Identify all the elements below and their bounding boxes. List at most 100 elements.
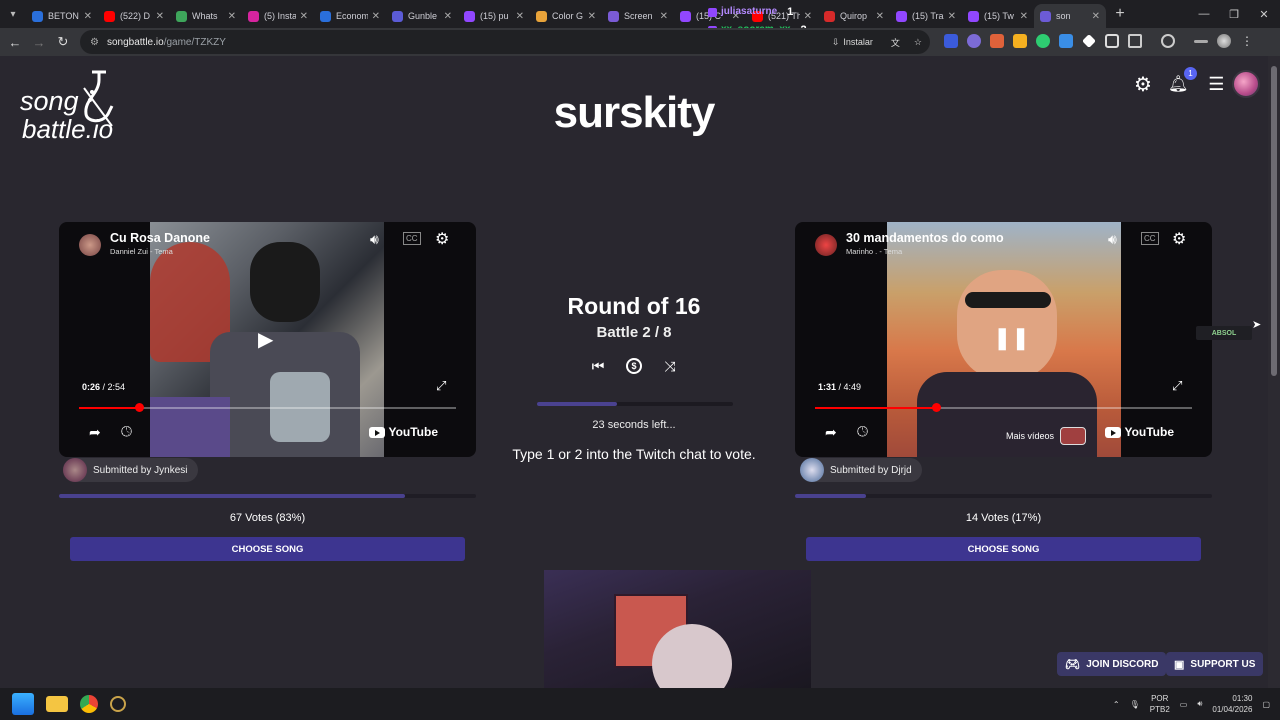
right-video-title[interactable]: 30 mandamentos do como — [846, 231, 1004, 245]
back-arrow-icon[interactable]: ← — [3, 30, 27, 54]
volume-icon[interactable]: 🔊︎ — [1197, 699, 1202, 709]
fullscreen-icon[interactable]: ⤢ — [436, 378, 446, 394]
install-app-button[interactable]: ⇩ Instalar ⽂ ☆ — [832, 34, 922, 50]
browser-menu-kebab-icon[interactable]: ⋮ — [1240, 34, 1254, 48]
page-scrollbar[interactable] — [1268, 56, 1280, 688]
bookmark-star-icon[interactable]: ☆ — [914, 37, 922, 48]
browser-tab[interactable]: (15) pu ✕ — [458, 4, 530, 28]
right-choose-song-button[interactable]: CHOOSE SONG — [806, 537, 1201, 561]
left-channel-avatar[interactable] — [79, 234, 101, 256]
left-progress-track[interactable] — [79, 403, 456, 412]
extension-icon[interactable] — [944, 34, 958, 48]
captions-icon[interactable]: CC — [403, 232, 421, 245]
new-tab-button[interactable]: + — [1106, 5, 1134, 23]
browser-tab[interactable]: (15) Tw ✕ — [962, 4, 1034, 28]
left-video-title[interactable]: Cu Rosa Danone — [110, 231, 210, 245]
site-info-icon[interactable]: ⚙ — [90, 37, 99, 48]
close-window-button[interactable]: ✕ — [1248, 0, 1280, 28]
more-videos-button[interactable]: Mais vídeos — [1006, 427, 1087, 445]
fullscreen-icon[interactable]: ⤢ — [1172, 378, 1182, 394]
browser-tab[interactable]: Whats ✕ — [170, 4, 242, 28]
skip-back-icon[interactable]: ⏮ — [590, 358, 606, 374]
browser-tab[interactable]: (5) Insta ✕ — [242, 4, 314, 28]
play-icon[interactable]: ▶ — [258, 327, 273, 352]
youtube-logo[interactable]: YouTube — [1105, 425, 1174, 439]
coin-icon[interactable]: $ — [626, 358, 642, 374]
user-avatar[interactable] — [1232, 70, 1261, 98]
watch-later-clock-icon[interactable]: 🕓︎ — [857, 423, 868, 440]
tab-close-icon[interactable]: ✕ — [372, 11, 380, 22]
browser-tab[interactable]: BETON ✕ — [26, 4, 98, 28]
reload-icon[interactable]: ↻ — [51, 30, 75, 54]
support-us-button[interactable]: ▣ SUPPORT US — [1166, 652, 1264, 676]
tab-close-icon[interactable]: ✕ — [444, 11, 452, 22]
profile-avatar-icon[interactable] — [1217, 34, 1231, 48]
tab-close-icon[interactable]: ✕ — [300, 11, 308, 22]
watch-later-clock-icon[interactable]: 🕓︎ — [121, 423, 132, 440]
pause-icon[interactable]: ❚❚ — [993, 325, 1030, 351]
browser-tab[interactable]: son ✕ — [1034, 4, 1106, 28]
microphone-icon[interactable]: 🎙︎ — [1130, 700, 1140, 709]
extension-icon[interactable] — [1105, 34, 1119, 48]
scrollbar-thumb[interactable] — [1271, 66, 1277, 376]
share-icon[interactable]: ➦ — [825, 424, 837, 441]
menu-hamburger-icon[interactable]: ☰ — [1208, 74, 1224, 95]
tab-search-chevron-icon[interactable]: ▾ — [0, 0, 26, 28]
windows-start-icon[interactable] — [12, 693, 34, 715]
tab-close-icon[interactable]: ✕ — [516, 11, 524, 22]
volume-icon[interactable]: 🔊︎ — [1108, 231, 1117, 248]
forward-arrow-icon[interactable]: → — [27, 30, 51, 54]
extension-icon[interactable] — [967, 34, 981, 48]
browser-tab[interactable]: (15) Tra ✕ — [890, 4, 962, 28]
volume-icon[interactable]: 🔊︎ — [370, 231, 379, 248]
tab-close-icon[interactable]: ✕ — [84, 11, 92, 22]
media-controls-icon[interactable] — [1194, 39, 1208, 43]
settings-gear-icon[interactable]: ⚙ — [1134, 72, 1152, 97]
extensions-puzzle-icon[interactable] — [1128, 34, 1142, 48]
tab-close-icon[interactable]: ✕ — [156, 11, 164, 22]
tab-close-icon[interactable]: ✕ — [948, 11, 956, 22]
minimize-button[interactable]: — — [1188, 0, 1220, 28]
extension-icon[interactable] — [1059, 34, 1073, 48]
chrome-icon[interactable] — [80, 695, 98, 713]
tab-close-icon[interactable]: ✕ — [1092, 11, 1100, 22]
left-video-player[interactable]: Cu Rosa Danone Danniel Zui - Tema 🔊︎ CC … — [59, 222, 476, 457]
translate-icon[interactable]: ⽂ — [891, 36, 900, 49]
tray-overflow-chevron-icon[interactable]: ⌃ — [1113, 700, 1120, 709]
extension-icon[interactable] — [1013, 34, 1027, 48]
settings-gear-icon[interactable]: ⚙ — [435, 229, 449, 249]
right-video-player[interactable]: 30 mandamentos do como Marinho . - Tema … — [795, 222, 1212, 457]
notifications-icon[interactable]: ▢ — [1262, 700, 1270, 709]
tab-close-icon[interactable]: ✕ — [660, 11, 668, 22]
browser-tab[interactable]: (522) D ✕ — [98, 4, 170, 28]
browser-tab[interactable]: Econom ✕ — [314, 4, 386, 28]
network-icon[interactable]: ▭ — [1180, 700, 1188, 709]
settings-gear-icon[interactable]: ⚙ — [1172, 229, 1186, 249]
file-explorer-icon[interactable] — [46, 696, 68, 712]
extension-icon[interactable] — [1036, 34, 1050, 48]
profile-sync-icon[interactable] — [1161, 34, 1175, 48]
clock[interactable]: 01:30 01/04/2026 — [1212, 693, 1252, 715]
restore-button[interactable]: ❐ — [1218, 0, 1250, 28]
browser-tab[interactable]: Quirop ✕ — [818, 4, 890, 28]
right-progress-knob[interactable] — [931, 403, 941, 412]
right-progress-track[interactable] — [815, 403, 1192, 412]
shuffle-icon[interactable]: ⤨ — [662, 358, 678, 374]
browser-tab[interactable]: Color G ✕ — [530, 4, 602, 28]
league-client-icon[interactable] — [110, 696, 126, 712]
browser-tab[interactable]: Gunble ✕ — [386, 4, 458, 28]
extension-icon[interactable] — [990, 34, 1004, 48]
input-language[interactable]: POR PTB2 — [1150, 693, 1170, 715]
share-icon[interactable]: ➦ — [89, 424, 101, 441]
join-discord-button[interactable]: 🎮︎ JOIN DISCORD — [1057, 652, 1167, 676]
youtube-logo[interactable]: YouTube — [369, 425, 438, 439]
tab-close-icon[interactable]: ✕ — [228, 11, 236, 22]
left-choose-song-button[interactable]: CHOOSE SONG — [70, 537, 465, 561]
tab-close-icon[interactable]: ✕ — [588, 11, 596, 22]
left-progress-knob[interactable] — [135, 403, 145, 412]
right-channel-avatar[interactable] — [815, 234, 837, 256]
extension-icon[interactable] — [1082, 34, 1096, 48]
tab-close-icon[interactable]: ✕ — [1020, 11, 1028, 22]
tab-close-icon[interactable]: ✕ — [876, 11, 884, 22]
captions-icon[interactable]: CC — [1141, 232, 1159, 245]
